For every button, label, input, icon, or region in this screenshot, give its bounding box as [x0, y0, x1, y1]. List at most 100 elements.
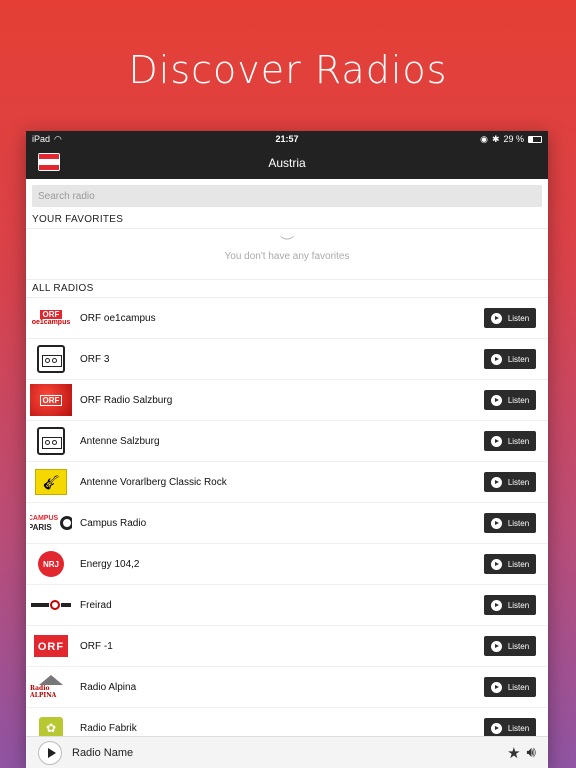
sad-face-icon: ︶ — [280, 235, 294, 251]
station-name: ORF Radio Salzburg — [80, 394, 173, 406]
play-icon — [490, 353, 502, 365]
radio-list-item[interactable]: 🎸︎ Antenne Vorarlberg Classic Rock Listen — [26, 462, 548, 503]
country-flag-button[interactable] — [38, 153, 60, 171]
station-logo: ORF — [30, 384, 72, 416]
listen-button[interactable]: Listen — [484, 636, 536, 656]
listen-label: Listen — [507, 641, 530, 651]
listen-label: Listen — [507, 518, 530, 528]
station-logo: 🎸︎ — [30, 466, 72, 498]
favorites-empty-text: You don't have any favorites — [224, 251, 350, 262]
radio-list-item[interactable]: NRJ Energy 104,2 Listen — [26, 544, 548, 585]
search-input[interactable] — [32, 185, 542, 207]
listen-button[interactable]: Listen — [484, 308, 536, 328]
listen-label: Listen — [507, 354, 530, 364]
favorite-star-icon[interactable]: ★ — [507, 744, 520, 762]
radio-list: ORF oe1campus ORF oe1campus Listen ORF 3 List… — [26, 298, 548, 749]
player-play-button[interactable] — [38, 740, 62, 765]
antenne-vorarlberg-logo: 🎸︎ — [35, 469, 67, 495]
volume-icon[interactable]: 🔊︎ — [527, 744, 536, 761]
listen-label: Listen — [507, 559, 530, 569]
listen-button[interactable]: Listen — [484, 554, 536, 574]
station-logo — [30, 589, 72, 621]
radio-list-item[interactable]: ORF oe1campus ORF oe1campus Listen — [26, 298, 548, 339]
station-name: ORF -1 — [80, 640, 113, 652]
station-logo: Radio ALPINA — [30, 671, 72, 703]
radio-list-item[interactable]: Freirad Listen — [26, 585, 548, 626]
favorites-empty-state: ︶ You don't have any favorites — [26, 229, 548, 280]
radio-list-item[interactable]: CAMPUS PARIS Campus Radio Listen — [26, 503, 548, 544]
location-icon: ◉ — [480, 133, 488, 144]
station-name: Campus Radio — [80, 517, 147, 529]
freirad-logo — [31, 600, 71, 610]
listen-button[interactable]: Listen — [484, 390, 536, 410]
play-icon — [490, 394, 502, 406]
station-name: Antenne Vorarlberg Classic Rock — [80, 476, 227, 488]
orf-salzburg-logo: ORF — [30, 384, 72, 416]
listen-button[interactable]: Listen — [484, 472, 536, 492]
listen-label: Listen — [507, 395, 530, 405]
listen-label: Listen — [507, 600, 530, 610]
listen-button[interactable]: Listen — [484, 718, 536, 738]
nav-title: Austria — [268, 156, 306, 170]
status-bar: iPad ◠ 21:57 ◉ ✱ 29 % — [26, 131, 548, 147]
listen-label: Listen — [507, 436, 530, 446]
campus-paris-logo: CAMPUS PARIS — [30, 514, 72, 532]
promo-headline: Discover Radios — [128, 48, 448, 92]
station-name: Radio Alpina — [80, 681, 137, 693]
play-icon — [490, 476, 502, 488]
carrier-label: iPad — [32, 134, 51, 144]
listen-label: Listen — [507, 313, 530, 323]
radio-placeholder-icon — [37, 427, 65, 455]
station-name: ORF 3 — [80, 353, 110, 365]
all-radios-header: ALL RADIOS — [26, 280, 548, 298]
play-icon — [490, 312, 502, 324]
play-icon — [490, 599, 502, 611]
orf-logo: ORF — [33, 635, 69, 657]
play-icon — [490, 558, 502, 570]
listen-button[interactable]: Listen — [484, 595, 536, 615]
play-icon — [490, 681, 502, 693]
station-name: ORF oe1campus — [80, 312, 156, 324]
bluetooth-icon: ✱ — [491, 133, 500, 144]
radio-alpina-logo: Radio ALPINA — [30, 675, 72, 699]
station-name: Freirad — [80, 599, 112, 611]
clock: 21:57 — [275, 134, 299, 144]
radio-list-item[interactable]: Radio ALPINA Radio Alpina Listen — [26, 667, 548, 708]
station-logo: ORF oe1campus — [30, 302, 72, 334]
listen-label: Listen — [507, 723, 530, 733]
station-logo: CAMPUS PARIS — [30, 507, 72, 539]
flag-stripe-bottom — [39, 164, 59, 170]
listen-button[interactable]: Listen — [484, 513, 536, 533]
play-icon — [490, 517, 502, 529]
radio-list-item[interactable]: ORF ORF Radio Salzburg Listen — [26, 380, 548, 421]
play-icon — [490, 435, 502, 447]
orf-oe1campus-logo: ORF oe1campus — [31, 310, 71, 326]
radio-placeholder-icon — [37, 345, 65, 373]
station-logo — [30, 425, 72, 457]
listen-label: Listen — [507, 477, 530, 487]
battery-percent: 29 % — [503, 134, 524, 144]
station-logo: NRJ — [30, 548, 72, 580]
search-bar — [26, 179, 548, 211]
play-icon — [490, 722, 502, 734]
listen-label: Listen — [507, 682, 530, 692]
player-bar: Radio Name ★ 🔊︎ — [26, 736, 548, 768]
player-station-name: Radio Name — [72, 746, 134, 759]
station-name: Radio Fabrik — [80, 722, 137, 734]
station-name: Energy 104,2 — [80, 558, 140, 570]
ipad-screen: iPad ◠ 21:57 ◉ ✱ 29 % Austria YOUR FAVOR… — [26, 131, 548, 768]
play-icon — [490, 640, 502, 652]
radio-list-item[interactable]: ORF 3 Listen — [26, 339, 548, 380]
listen-button[interactable]: Listen — [484, 677, 536, 697]
listen-button[interactable]: Listen — [484, 431, 536, 451]
station-logo: ORF — [30, 630, 72, 662]
radio-list-item[interactable]: ORF ORF -1 Listen — [26, 626, 548, 667]
station-logo — [30, 343, 72, 375]
nav-bar: Austria — [26, 147, 548, 179]
energy-logo: NRJ — [38, 551, 64, 577]
radio-list-item[interactable]: Antenne Salzburg Listen — [26, 421, 548, 462]
favorites-header: YOUR FAVORITES — [26, 211, 548, 229]
wifi-icon: ◠ — [54, 133, 62, 144]
battery-icon — [528, 135, 542, 143]
listen-button[interactable]: Listen — [484, 349, 536, 369]
